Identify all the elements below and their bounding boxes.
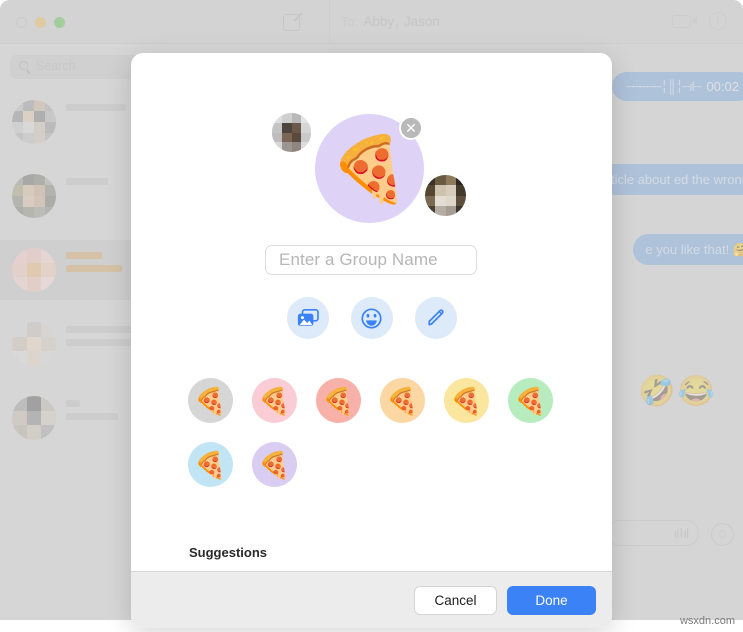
message-input[interactable]: ıl⌇ıl: [607, 520, 699, 546]
pizza-icon: 🍕: [258, 385, 291, 416]
info-icon[interactable]: i: [709, 12, 727, 30]
maximize-window-button[interactable]: [54, 17, 65, 28]
window-titlebar: To: Abby , Jason i: [0, 0, 743, 44]
avatar: [12, 100, 56, 144]
done-button[interactable]: Done: [507, 585, 596, 615]
color-swatch-yellow[interactable]: 🍕: [444, 378, 489, 423]
recipient-separator: ,: [395, 14, 399, 29]
dialog-footer: Cancel Done: [131, 571, 612, 628]
group-details-dialog: 🍕 ✕ Enter a Group Name 🍕 🍕 🍕 🍕 🍕 🍕 🍕 🍕 S…: [131, 53, 612, 628]
emoji-smiley-icon[interactable]: [350, 297, 393, 339]
message-text: e you like that! 🤗: [645, 242, 743, 257]
pizza-icon: 🍕: [258, 449, 291, 480]
waveform-icon: ┄┄┄┄┄╎║╎┄ıl┄: [626, 79, 701, 94]
pizza-icon: 🍕: [194, 449, 227, 480]
to-label: To:: [341, 14, 359, 29]
screen: To: Abby , Jason i Search ┄┄┄┄┄╎║╎┄ıl┄ 0…: [0, 0, 743, 632]
pizza-icon: 🍕: [329, 132, 410, 205]
group-avatar-stage: 🍕 ✕: [131, 53, 612, 233]
close-window-button[interactable]: [16, 17, 27, 28]
avatar: [12, 174, 56, 218]
pizza-icon: 🍕: [322, 385, 355, 416]
cancel-button[interactable]: Cancel: [414, 585, 497, 615]
avatar: [12, 396, 56, 440]
waveform-icon[interactable]: ıl⌇ıl: [674, 526, 689, 542]
pizza-icon: 🍕: [194, 385, 227, 416]
reaction-emoji: 🤣: [638, 375, 678, 408]
color-swatch-purple[interactable]: 🍕: [252, 442, 297, 487]
dialog-body: 🍕 ✕ Enter a Group Name 🍕 🍕 🍕 🍕 🍕 🍕 🍕 🍕 S…: [131, 53, 612, 560]
avatar: [12, 248, 56, 292]
color-swatch-green[interactable]: 🍕: [508, 378, 553, 423]
watermark: wsxdn.com: [679, 615, 735, 627]
minimize-window-button[interactable]: [35, 17, 46, 28]
pencil-icon[interactable]: [414, 297, 457, 339]
message-bubble[interactable]: e you like that! 🤗: [633, 234, 743, 265]
photos-icon[interactable]: [286, 297, 329, 339]
color-swatch-salmon[interactable]: 🍕: [316, 378, 361, 423]
recipient-0[interactable]: Abby: [363, 14, 394, 29]
emoji-icon[interactable]: ☺: [711, 523, 734, 546]
video-camera-icon[interactable]: [672, 15, 697, 28]
reaction-emoji: 😂: [677, 375, 717, 408]
group-name-placeholder: Enter a Group Name: [279, 250, 438, 269]
recipients-field[interactable]: To: Abby , Jason: [341, 14, 440, 29]
message-reactions: 🤣😂: [638, 374, 717, 409]
pizza-icon: 🍕: [514, 385, 547, 416]
color-swatch-gray[interactable]: 🍕: [188, 378, 233, 423]
search-icon: [19, 61, 28, 70]
group-name-input[interactable]: Enter a Group Name: [265, 245, 477, 275]
compose-icon[interactable]: [283, 14, 300, 31]
color-swatch-orange[interactable]: 🍕: [380, 378, 425, 423]
color-swatch-pink[interactable]: 🍕: [252, 378, 297, 423]
avatar: [12, 322, 56, 366]
recipient-1[interactable]: Jason: [404, 14, 440, 29]
pizza-icon: 🍕: [450, 385, 483, 416]
member-avatar[interactable]: [272, 113, 311, 152]
member-avatar[interactable]: [425, 175, 466, 216]
color-swatch-blue[interactable]: 🍕: [188, 442, 233, 487]
close-icon[interactable]: ✕: [399, 116, 423, 140]
pizza-icon: 🍕: [386, 385, 419, 416]
traffic-lights[interactable]: [16, 17, 65, 28]
avatar-action-row: [131, 297, 612, 339]
suggestions-label: Suggestions: [189, 545, 268, 560]
color-swatch-grid: 🍕 🍕 🍕 🍕 🍕 🍕 🍕 🍕: [188, 378, 568, 487]
search-placeholder: Search: [36, 59, 76, 73]
titlebar-divider: [329, 0, 330, 44]
audio-message-bubble[interactable]: ┄┄┄┄┄╎║╎┄ıl┄ 00:02: [612, 72, 743, 101]
audio-duration: 00:02: [706, 79, 739, 94]
